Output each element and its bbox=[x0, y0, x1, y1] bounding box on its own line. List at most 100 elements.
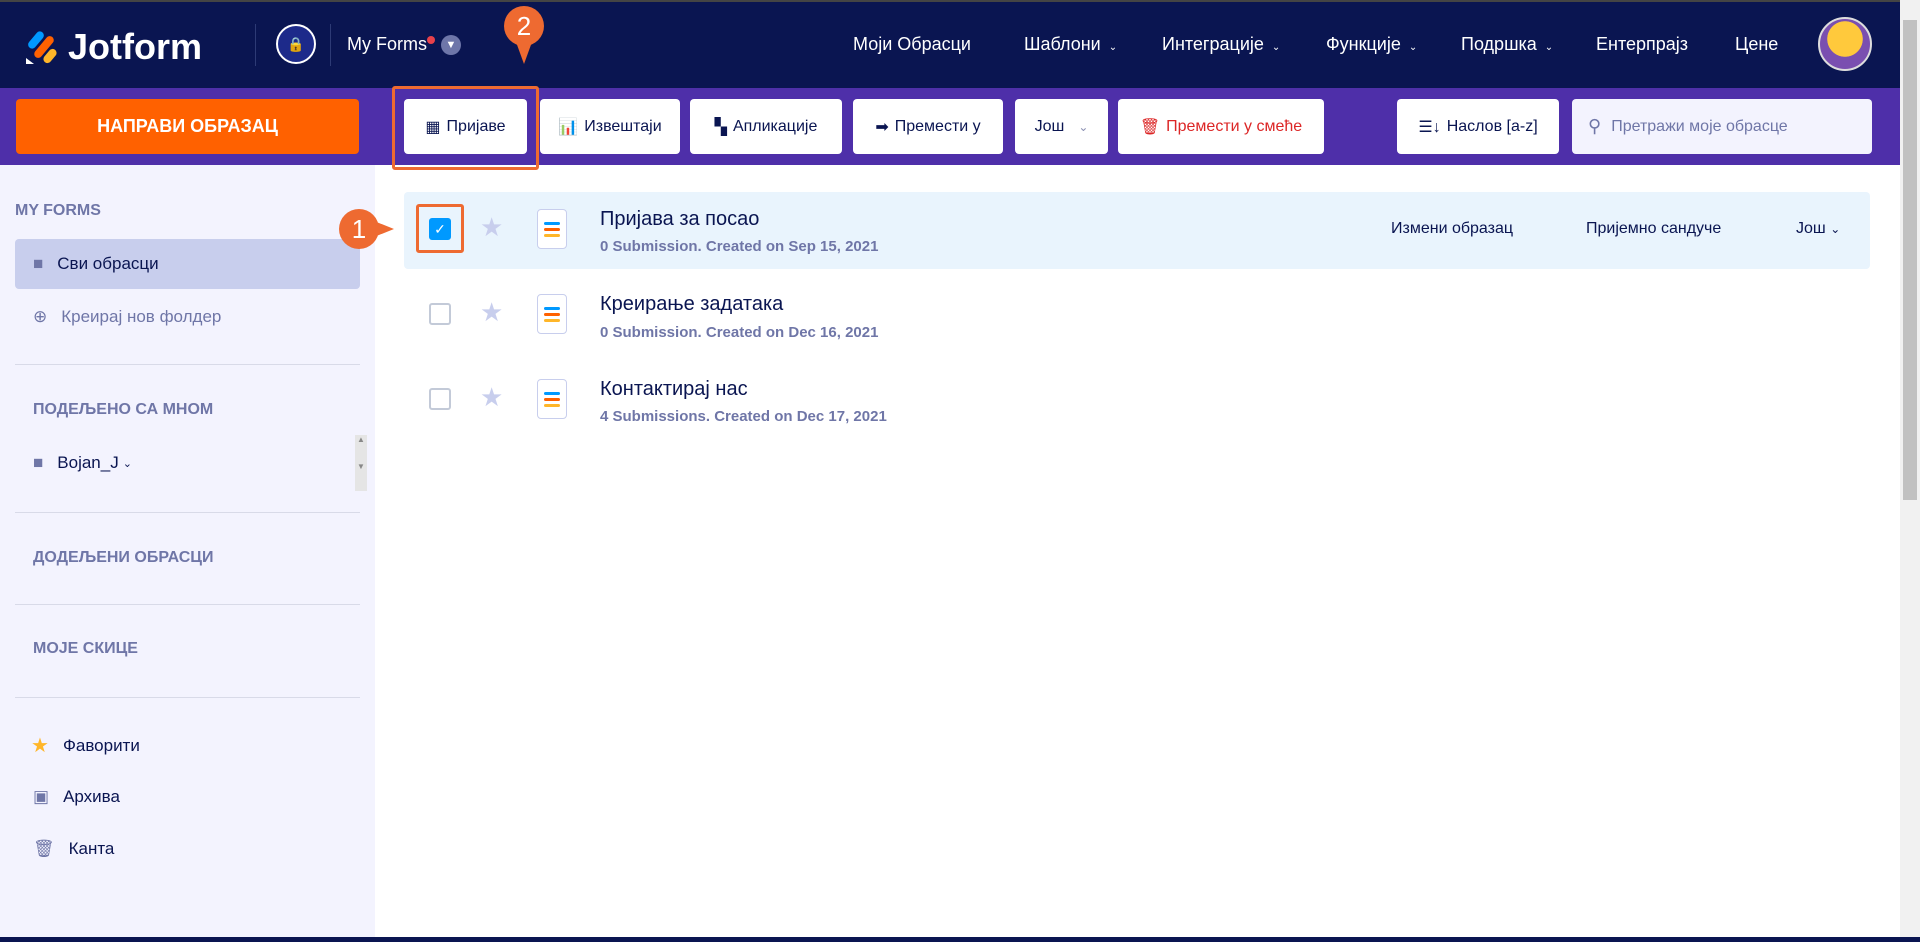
divider bbox=[15, 604, 360, 605]
sidebar-item-favorites[interactable]: ★ Фаворити bbox=[31, 733, 140, 758]
nav-features[interactable]: Функције ⌄ bbox=[1326, 34, 1417, 55]
trash-icon: 🗑 bbox=[1139, 118, 1161, 136]
star-icon: ★ bbox=[31, 735, 49, 757]
form-icon bbox=[537, 209, 567, 249]
form-title[interactable]: Контактирај нас bbox=[600, 378, 748, 401]
logo-text: Jotform bbox=[68, 26, 202, 67]
sidebar-item-archive[interactable]: ▣ Архива bbox=[33, 787, 120, 807]
move-to-trash-button[interactable]: 🗑 Премести у смеће bbox=[1118, 99, 1324, 154]
my-forms-label: My Forms bbox=[347, 34, 427, 54]
folder-move-icon: ➡ bbox=[875, 118, 889, 136]
archive-icon: ▣ bbox=[33, 787, 50, 806]
nav-label: Интеграције bbox=[1162, 34, 1264, 54]
form-subtitle: 0 Submission. Created on Sep 15, 2021 bbox=[600, 238, 879, 255]
item-label: Сви обрасци bbox=[57, 254, 159, 273]
marker-label: 1 bbox=[351, 213, 367, 244]
nav-enterprise[interactable]: Ентерпрајз bbox=[1596, 34, 1688, 55]
sort-button[interactable]: ☰↓ Наслов [a-z] bbox=[1397, 99, 1559, 154]
item-label: Фаворити bbox=[62, 735, 140, 755]
form-icon bbox=[537, 294, 567, 334]
annotation-highlight-1 bbox=[416, 204, 464, 253]
annotation-marker-1: 1 bbox=[339, 209, 379, 249]
marker-label: 2 bbox=[516, 10, 532, 41]
marker-pointer bbox=[374, 221, 394, 237]
item-label: Архива bbox=[63, 787, 120, 806]
sidebar-item-new-folder[interactable]: ⊕ Креирај нов фолдер bbox=[33, 307, 221, 327]
row-more-dropdown[interactable]: Још ⌄ bbox=[1796, 220, 1840, 238]
nav-label: Цене bbox=[1735, 34, 1779, 54]
star-icon[interactable]: ★ bbox=[480, 212, 503, 243]
form-subtitle: 0 Submission. Created on Dec 16, 2021 bbox=[600, 324, 879, 341]
create-form-label: НАПРАВИ ОБРАЗАЦ bbox=[97, 116, 278, 136]
divider bbox=[255, 24, 256, 66]
more-dropdown-button[interactable]: Још ⌄ bbox=[1015, 99, 1108, 154]
form-checkbox[interactable] bbox=[429, 303, 451, 325]
chevron-down-icon: ⌄ bbox=[1408, 42, 1418, 53]
nav-templates[interactable]: Шаблони ⌄ bbox=[1024, 34, 1117, 55]
apps-grid-icon: ▚ bbox=[714, 118, 727, 136]
nav-integrations[interactable]: Интеграције ⌄ bbox=[1162, 34, 1280, 55]
annotation-marker-2: 2 bbox=[504, 6, 544, 46]
sort-icon: ☰↓ bbox=[1418, 118, 1441, 136]
inbox-link[interactable]: Пријемно сандуче bbox=[1586, 220, 1721, 238]
item-label: Bojan_J bbox=[57, 453, 119, 472]
star-icon[interactable]: ★ bbox=[480, 297, 503, 328]
button-label: Наслов [a-z] bbox=[1446, 117, 1538, 135]
create-form-button[interactable]: НАПРАВИ ОБРАЗАЦ bbox=[16, 99, 359, 154]
chevron-down-icon: ⌄ bbox=[1830, 222, 1841, 236]
folder-icon: ■ bbox=[33, 254, 44, 273]
search-placeholder: Претражи моје обрасце bbox=[1611, 117, 1788, 135]
form-title[interactable]: Креирање задатака bbox=[600, 293, 783, 316]
nav-label: Шаблони bbox=[1024, 34, 1101, 54]
reports-button[interactable]: 📊 Извештаји bbox=[540, 99, 680, 154]
nav-label: Ентерпрајз bbox=[1596, 34, 1689, 54]
trash-icon: 🗑 bbox=[33, 839, 55, 858]
form-icon bbox=[537, 379, 567, 419]
section-assigned[interactable]: ДОДЕЉЕНИ ОБРАСЦИ bbox=[33, 549, 213, 567]
more-label: Још bbox=[1796, 220, 1826, 237]
sidebar-scrollbar[interactable]: ▲ ▼ bbox=[355, 435, 367, 491]
sidebar-item-shared-user[interactable]: ■ Bojan_J ⌄ bbox=[33, 453, 132, 473]
chevron-down-icon: ⌄ bbox=[1108, 42, 1118, 53]
bar-chart-icon: 📊 bbox=[558, 118, 579, 136]
divider bbox=[330, 24, 331, 66]
chevron-down-icon: ⌄ bbox=[1271, 42, 1281, 53]
jotform-logo-icon bbox=[26, 31, 57, 64]
nav-pricing[interactable]: Цене bbox=[1735, 34, 1778, 55]
button-label: Још bbox=[1034, 117, 1065, 135]
button-label: Извештаји bbox=[584, 117, 662, 135]
annotation-highlight-2 bbox=[392, 86, 539, 170]
notification-dot bbox=[427, 35, 435, 44]
eu-lock-badge-icon[interactable]: 🔒 bbox=[276, 24, 316, 64]
divider bbox=[15, 512, 360, 513]
star-icon[interactable]: ★ bbox=[480, 382, 503, 413]
plus-circle-icon: ⊕ bbox=[33, 307, 48, 326]
button-label: Премести у смеће bbox=[1166, 117, 1303, 135]
scrollbar-thumb[interactable] bbox=[1903, 20, 1917, 500]
jotform-logo[interactable]: Jotform bbox=[24, 26, 202, 68]
chevron-down-icon: ⌄ bbox=[1078, 119, 1089, 134]
nav-label: Подршка bbox=[1461, 34, 1537, 54]
section-drafts[interactable]: МОЈЕ СКИЦЕ bbox=[33, 640, 138, 658]
apps-button[interactable]: ▚ Апликације bbox=[690, 99, 842, 154]
move-to-button[interactable]: ➡ Премести у bbox=[853, 99, 1003, 154]
form-checkbox[interactable] bbox=[429, 388, 451, 410]
nav-label: Моји Обрасци bbox=[853, 34, 971, 54]
marker-pointer bbox=[516, 42, 532, 64]
search-input[interactable]: ⚲ Претражи моје обрасце bbox=[1572, 99, 1872, 154]
edit-form-link[interactable]: Измени образац bbox=[1391, 220, 1513, 238]
section-my-forms: MY FORMS bbox=[15, 202, 101, 219]
user-avatar[interactable] bbox=[1818, 17, 1872, 71]
sidebar-item-all-forms[interactable]: ■ Сви обрасци bbox=[33, 254, 159, 274]
my-forms-dropdown[interactable]: My Forms ▼ bbox=[347, 34, 461, 55]
item-label: Креирај нов фолдер bbox=[61, 307, 222, 326]
nav-my-forms[interactable]: Моји Обрасци bbox=[853, 34, 971, 55]
divider bbox=[15, 697, 360, 698]
button-label: Апликације bbox=[732, 117, 818, 135]
form-title[interactable]: Пријава за посао bbox=[600, 208, 759, 231]
nav-support[interactable]: Подршка ⌄ bbox=[1461, 34, 1553, 55]
divider bbox=[15, 364, 360, 365]
chevron-down-icon: ⌄ bbox=[122, 457, 132, 470]
sidebar-item-trash[interactable]: 🗑 Канта bbox=[33, 839, 114, 859]
search-icon: ⚲ bbox=[1588, 116, 1602, 136]
